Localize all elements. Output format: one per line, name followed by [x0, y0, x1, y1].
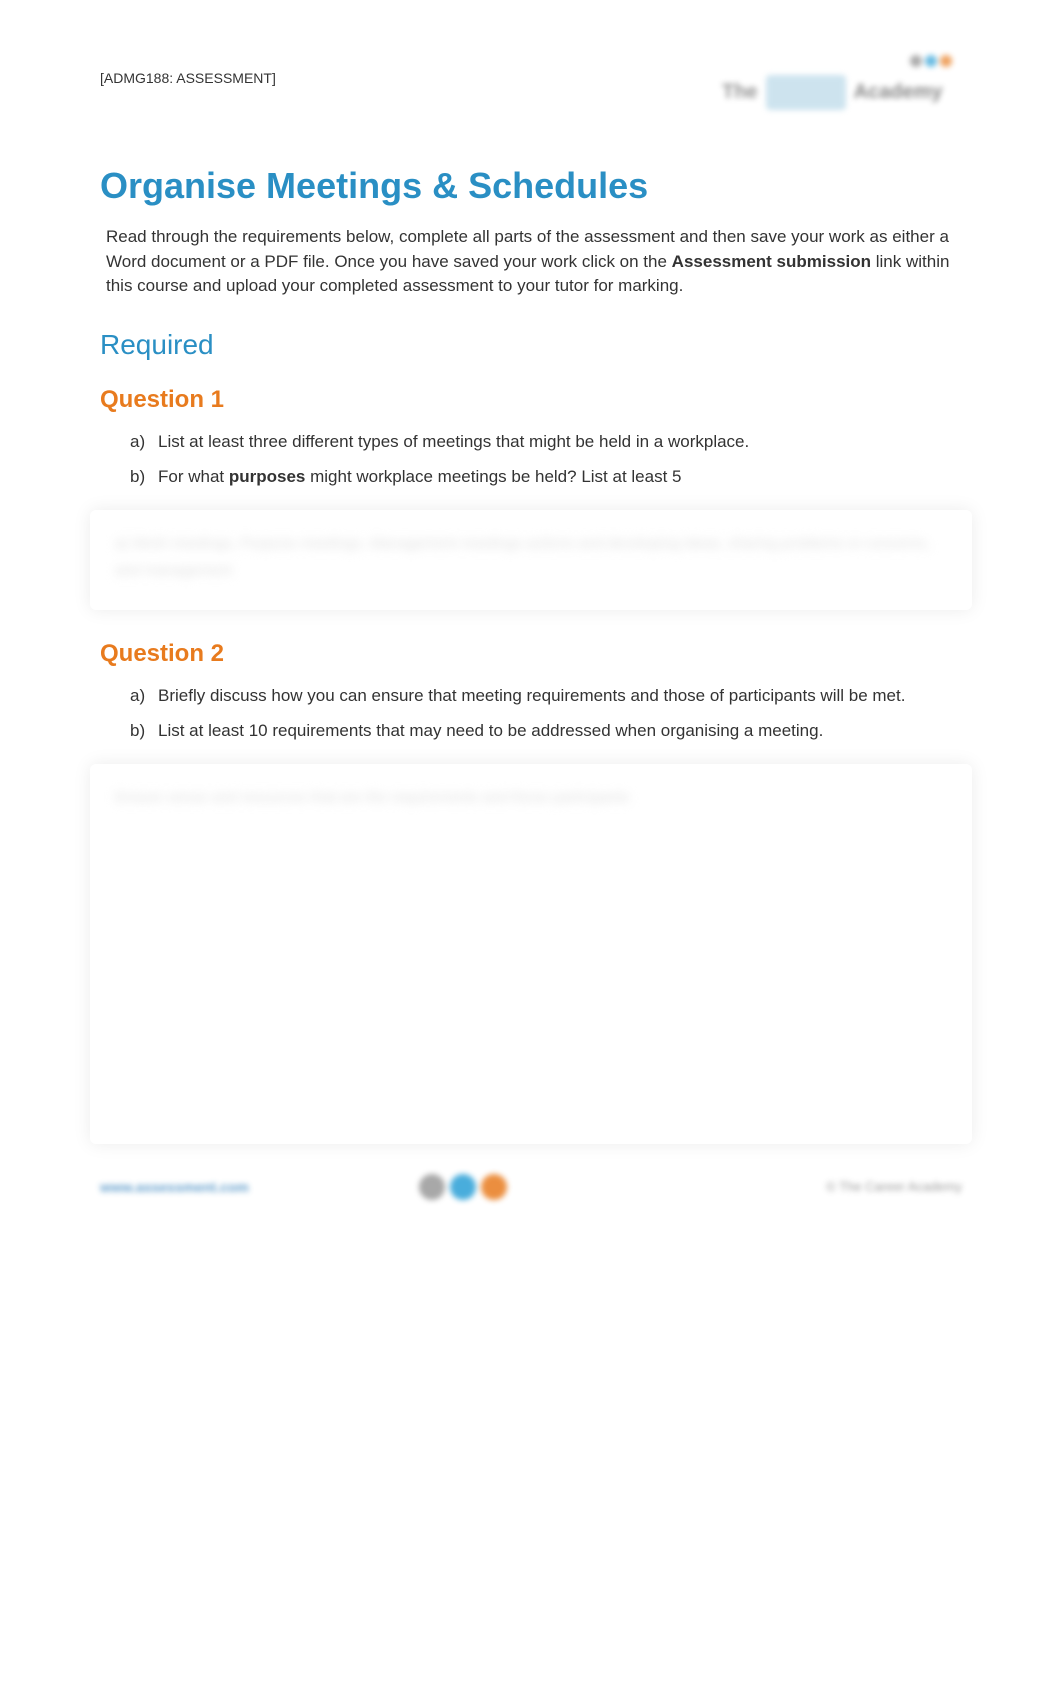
question-1-list: a) List at least three different types o…: [100, 429, 962, 490]
required-heading: Required: [100, 329, 962, 361]
intro-paragraph: Read through the requirements below, com…: [100, 225, 962, 299]
intro-bold: Assessment submission: [672, 252, 871, 271]
q2-item-a: a) Briefly discuss how you can ensure th…: [130, 683, 962, 709]
question-2-list: a) Briefly discuss how you can ensure th…: [100, 683, 962, 744]
q1-item-b: b) For what purposes might workplace mee…: [130, 464, 962, 490]
blurred-answer-2: Ensure venue and resources that are the …: [115, 784, 947, 811]
list-text: List at least three different types of m…: [158, 429, 962, 455]
list-marker: a): [130, 429, 158, 455]
brand-logo: The Academy: [722, 50, 962, 125]
list-text: List at least 10 requirements that may n…: [158, 718, 962, 744]
document-header: [ADMG188: ASSESSMENT] The Academy: [100, 50, 962, 125]
document-footer: www.assessment.com © The Career Academy: [100, 1174, 962, 1200]
list-marker: a): [130, 683, 158, 709]
list-text: For what purposes might workplace meetin…: [158, 464, 962, 490]
footer-copyright: © The Career Academy: [826, 1179, 962, 1194]
course-code: [ADMG188: ASSESSMENT]: [100, 70, 276, 86]
blurred-answer-1: a) Work meetings, Purpose meetings, Mana…: [115, 530, 947, 584]
list-text: Briefly discuss how you can ensure that …: [158, 683, 962, 709]
q2-item-b: b) List at least 10 requirements that ma…: [130, 718, 962, 744]
question-1-title: Question 1: [100, 386, 962, 414]
question-2-title: Question 2: [100, 640, 962, 668]
page-title: Organise Meetings & Schedules: [100, 165, 962, 207]
answer-box-2: Ensure venue and resources that are the …: [90, 764, 972, 1144]
q1-item-a: a) List at least three different types o…: [130, 429, 962, 455]
list-marker: b): [130, 718, 158, 744]
answer-box-1: a) Work meetings, Purpose meetings, Mana…: [90, 510, 972, 610]
footer-logo-dots: [419, 1174, 507, 1200]
footer-url: www.assessment.com: [100, 1179, 249, 1195]
list-marker: b): [130, 464, 158, 490]
